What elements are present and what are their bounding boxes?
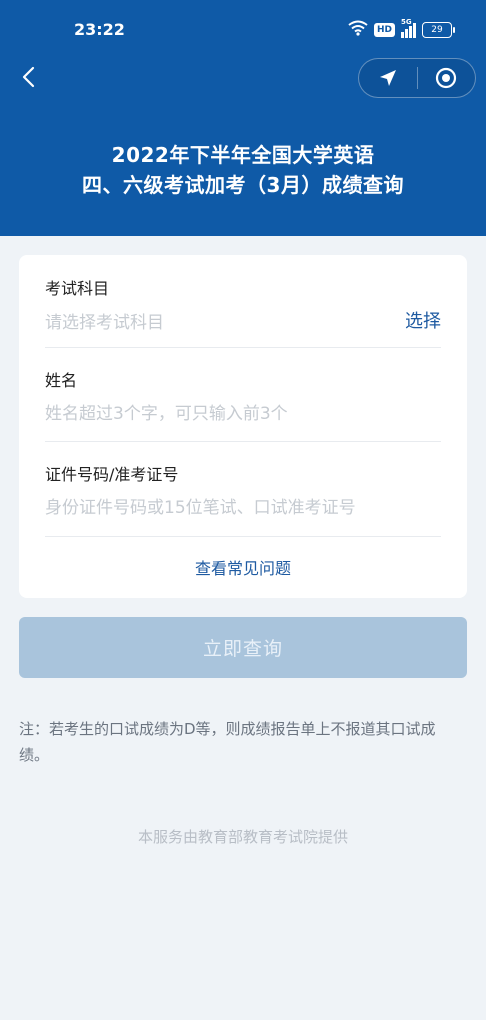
- network-type-label: 5G: [401, 18, 412, 26]
- select-subject-button[interactable]: 选择: [405, 307, 441, 333]
- signal-icon: 5G: [401, 18, 416, 38]
- name-input[interactable]: 姓名超过3个字，可只输入前3个: [45, 399, 288, 424]
- subject-placeholder[interactable]: 请选择考试科目: [45, 308, 164, 333]
- id-number-field[interactable]: 证件号码/准考证号 身份证件号码或15位笔试、口试准考证号: [45, 461, 441, 518]
- name-label: 姓名: [45, 371, 78, 390]
- score-note: 注：若考生的口试成绩为D等，则成绩报告单上不报道其口试成绩。: [19, 720, 436, 764]
- page-title: 2022年下半年全国大学英语 四、六级考试加考（3月）成绩查询: [0, 140, 486, 200]
- page-header: 23:22 HD 5G 29 2022年下半年全国大学英语 四、六级考试加考（3…: [0, 0, 486, 236]
- status-bar: 23:22 HD 5G 29: [0, 0, 486, 58]
- wifi-icon: [348, 20, 368, 40]
- target-circle-icon: [436, 67, 457, 89]
- title-line-1: 2022年下半年全国大学英语: [111, 143, 375, 167]
- id-number-input[interactable]: 身份证件号码或15位笔试、口试准考证号: [45, 493, 356, 518]
- divider: [45, 347, 441, 348]
- hd-badge: HD: [373, 23, 395, 37]
- divider: [45, 441, 441, 442]
- chevron-left-icon: [22, 66, 35, 88]
- location-button[interactable]: [359, 59, 417, 97]
- subject-label: 考试科目: [45, 279, 110, 298]
- name-field[interactable]: 姓名 姓名超过3个字，可只输入前3个: [45, 367, 441, 424]
- status-time: 23:22: [74, 20, 125, 39]
- battery-icon: 29: [422, 22, 455, 38]
- id-number-label: 证件号码/准考证号: [45, 465, 179, 484]
- service-provider-footer: 本服务由教育部教育考试院提供: [137, 828, 348, 846]
- location-arrow-icon: [379, 70, 396, 86]
- status-icons: HD 5G 29: [348, 18, 455, 40]
- query-form-card: 考试科目 请选择考试科目 选择 姓名 姓名超过3个字，可只输入前3个 证件号码/…: [19, 255, 467, 598]
- faq-link[interactable]: 查看常见问题: [19, 555, 467, 579]
- close-miniprogram-button[interactable]: [417, 59, 475, 97]
- subject-field[interactable]: 考试科目 请选择考试科目 选择: [45, 275, 441, 333]
- divider: [45, 536, 441, 537]
- back-button[interactable]: [14, 62, 42, 92]
- submit-query-button[interactable]: 立即查询: [19, 617, 467, 678]
- title-line-2: 四、六级考试加考（3月）成绩查询: [82, 173, 404, 197]
- mini-program-capsule: [358, 58, 476, 98]
